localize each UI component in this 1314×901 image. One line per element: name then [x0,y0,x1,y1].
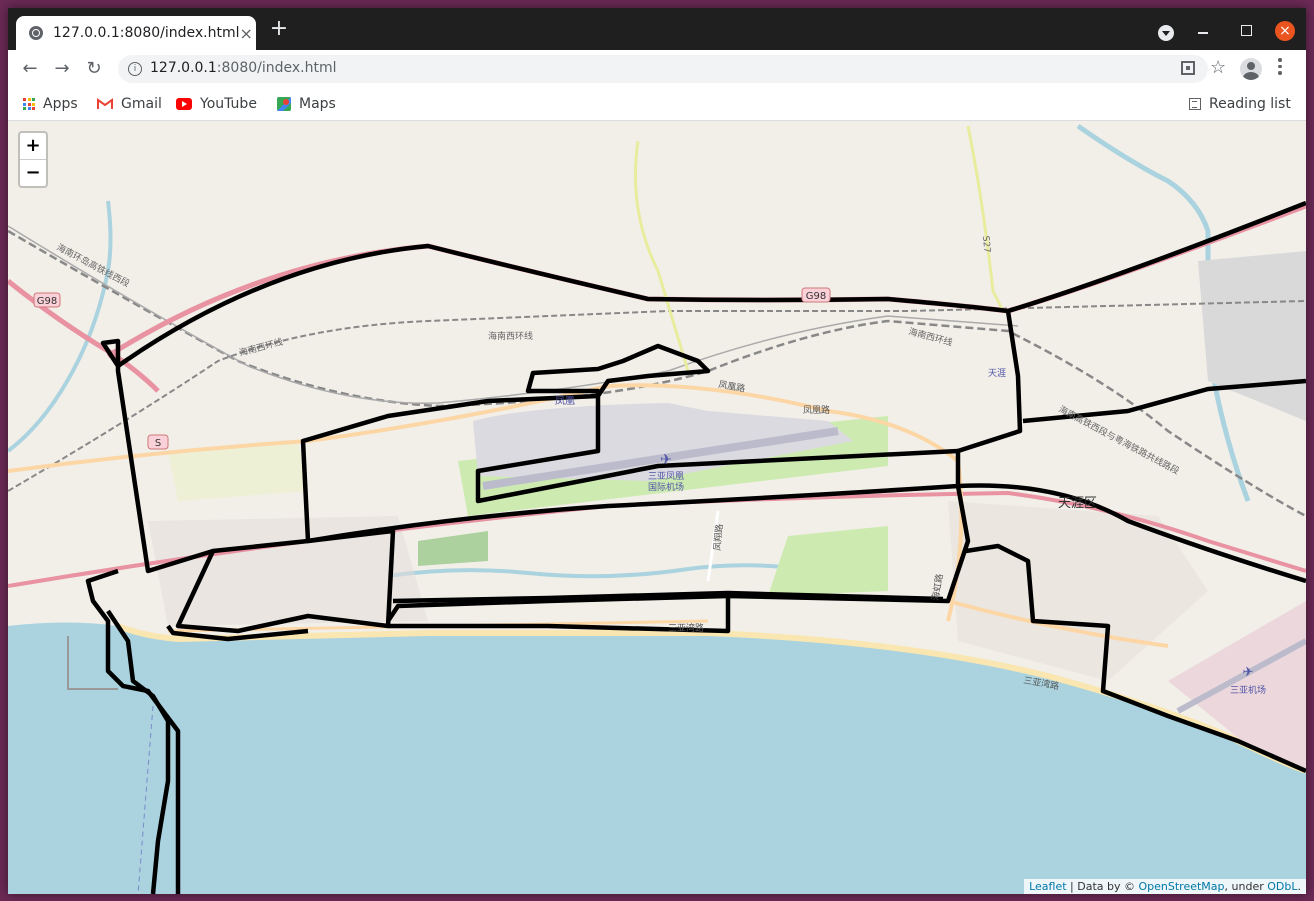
bookmark-maps[interactable]: Maps [277,88,336,120]
reading-list-icon [1189,98,1201,110]
back-button[interactable]: ← [18,57,42,81]
gmail-icon [97,98,113,109]
qr-code-icon[interactable] [1181,61,1195,75]
forward-button[interactable]: → [50,57,74,81]
map-container[interactable]: G98 G98 S 海南环岛高铁线西段 海南西环线 海南西环线 海南西环线 凤凰… [8,121,1306,894]
bookmarks-bar: Apps Gmail YouTube Maps Reading list [8,88,1306,121]
bookmark-star-icon[interactable]: ☆ [1210,57,1226,78]
osm-link[interactable]: OpenStreetMap [1139,880,1225,893]
svg-text:G98: G98 [37,296,57,307]
apps-icon [23,98,35,110]
label-sanya-bay-road-2: 三亚湾路 [668,622,704,634]
menu-icon[interactable] [1278,58,1282,78]
g98-shield-west: G98 [33,292,61,308]
bookmark-apps[interactable]: Apps [23,88,78,120]
label-airport-1: 三亚凤凰 [648,471,684,482]
reading-list-button[interactable]: Reading list [1189,88,1291,120]
bookmark-youtube[interactable]: YouTube [176,88,257,120]
tab-title: 127.0.0.1:8080/index.html [53,25,240,41]
tab-close-icon[interactable]: × [240,24,253,43]
zoom-control: + − [18,131,48,188]
label-fenghuang-road-2: 凤凰路 [803,404,830,416]
g98-shield-top: G98 [801,287,831,303]
svg-text:G98: G98 [806,291,826,302]
tab-active[interactable]: 127.0.0.1:8080/index.html × [16,16,256,50]
bookmark-gmail[interactable]: Gmail [97,88,162,120]
browser-window: 127.0.0.1:8080/index.html × + × ← → ↻ i … [8,8,1306,894]
url-text: 127.0.0.1:8080/index.html [150,60,337,76]
zoom-in-button[interactable]: + [20,133,46,160]
label-s27: S27 [980,235,991,253]
label-tianya: 天涯 [988,368,1006,379]
globe-icon [29,26,43,40]
map-attribution: Leaflet | Data by © OpenStreetMap, under… [1024,879,1306,894]
minimize-icon[interactable] [1198,32,1208,34]
leaflet-link[interactable]: Leaflet [1029,880,1066,893]
profile-avatar-icon[interactable] [1240,58,1262,80]
tab-search-icon[interactable] [1158,25,1174,41]
youtube-icon [176,98,192,110]
airport-east-plane-icon: ✈ [1243,665,1254,680]
info-icon[interactable]: i [128,62,142,76]
new-tab-button[interactable]: + [268,18,290,41]
label-sanya-airport: 三亚机场 [1230,684,1266,696]
odbl-link[interactable]: ODbL [1267,880,1297,893]
s-shield: S [147,434,169,450]
zoom-out-button[interactable]: − [20,160,46,186]
tab-bar: 127.0.0.1:8080/index.html × + × [8,8,1306,50]
reload-button[interactable]: ↻ [82,57,106,81]
airport-plane-icon: ✈ [660,452,672,468]
svg-text:S: S [155,438,161,449]
label-tianya-district: 天涯区 [1058,496,1097,511]
label-airport-2: 国际机场 [648,481,684,493]
address-bar[interactable]: i 127.0.0.1:8080/index.html ☆ [118,55,1226,83]
maps-icon [277,97,291,111]
label-fenghuang: 凤凰 [555,395,575,407]
toolbar: ← → ↻ i 127.0.0.1:8080/index.html ☆ [8,50,1306,88]
label-west-ring-1: 海南西环线 [488,330,533,342]
map-tiles: G98 G98 S 海南环岛高铁线西段 海南西环线 海南西环线 海南西环线 凤凰… [8,121,1306,894]
window-close-button[interactable]: × [1275,21,1295,41]
maximize-icon[interactable] [1241,25,1252,36]
